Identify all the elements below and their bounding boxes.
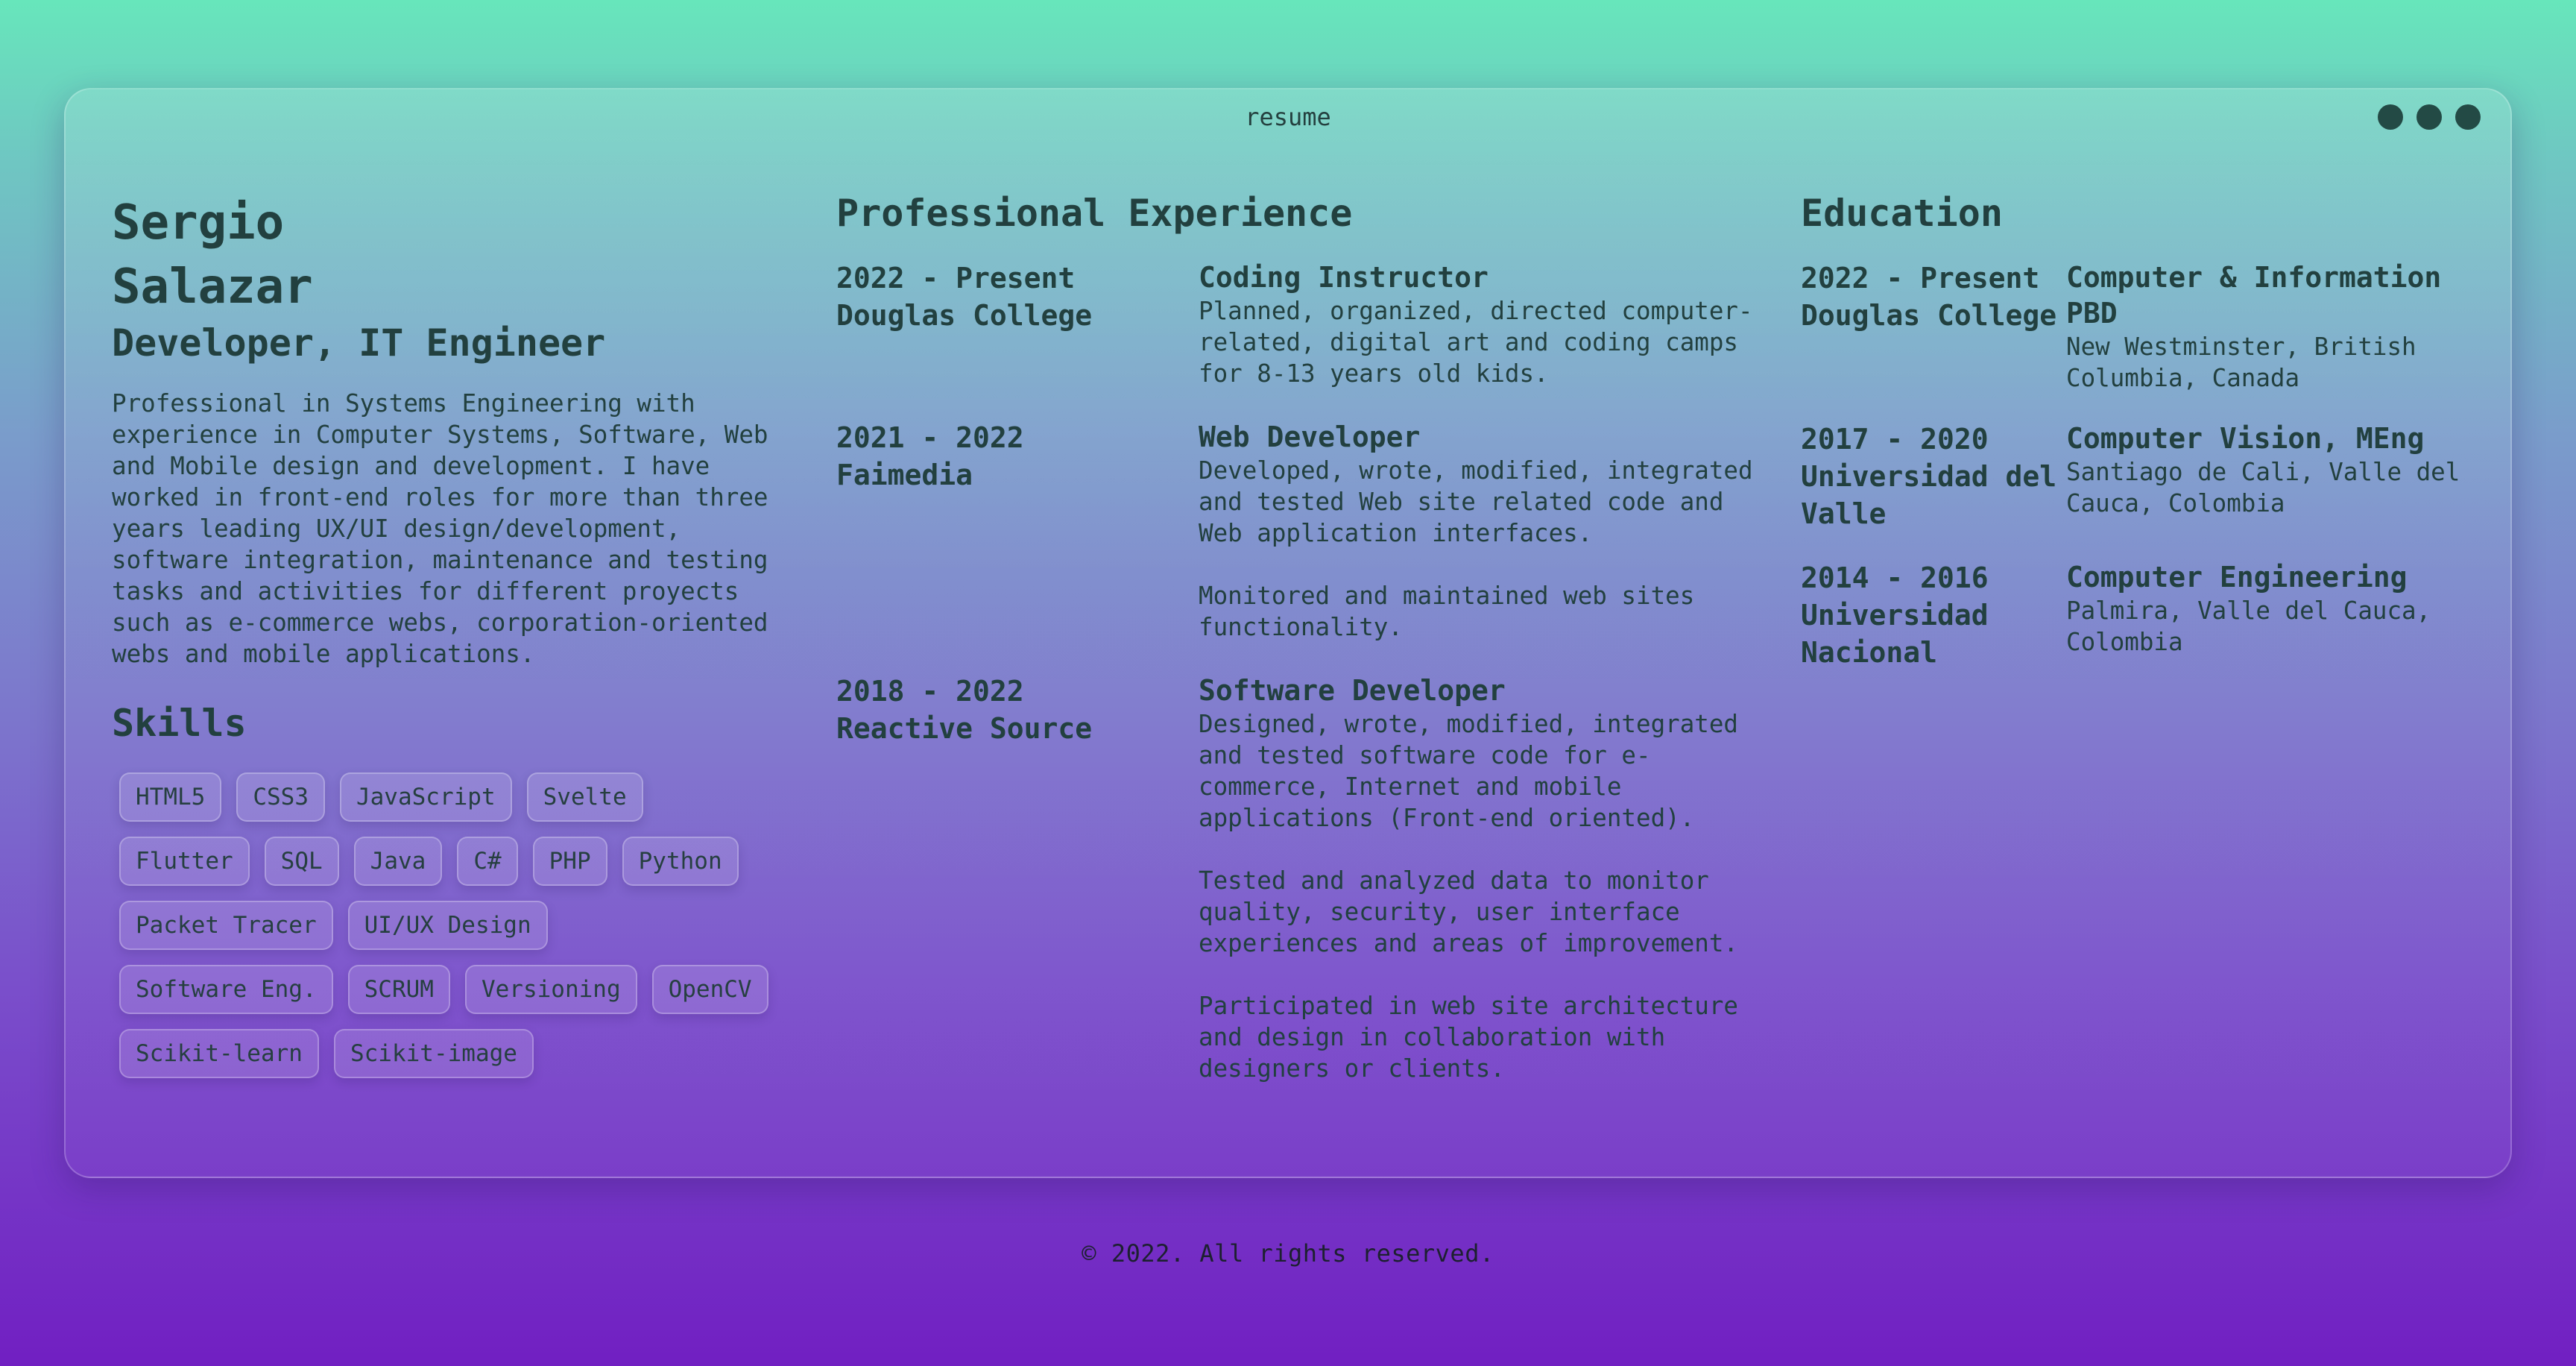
skill-chip: Versioning	[464, 965, 637, 1014]
footer-copyright: © 2022. All rights reserved.	[1082, 1239, 1494, 1268]
experience-description: Developed, wrote, modified, integrated a…	[1199, 456, 1753, 547]
education-location: Santiago de Cali, Valle del Cauca, Colom…	[2066, 458, 2460, 517]
education-item: 2017 - 2020 Universidad del Valle Comput…	[1801, 421, 2494, 532]
education-institution: Universidad del Valle	[1801, 460, 2057, 530]
education-item: 2022 - Present Douglas College Computer …	[1801, 259, 2494, 394]
resume-window: resume Sergio Salazar Developer, IT Engi…	[64, 88, 2512, 1178]
role-title: Developer, IT Engineer	[112, 321, 606, 365]
skill-chip: Svelte	[526, 772, 643, 822]
experience-company: Reactive Source	[836, 712, 1093, 745]
experience-position: Coding Instructor	[1199, 261, 1489, 294]
skill-chip: SCRUM	[347, 965, 450, 1014]
experience-period: 2022 - Present	[836, 262, 1076, 295]
skill-chip: PHP	[532, 837, 607, 886]
skill-chip: HTML5	[119, 772, 222, 822]
skill-chip: Java	[353, 837, 443, 886]
experience-column: Professional Experience 2022 - Present D…	[836, 189, 1761, 1084]
window-dot-3[interactable]	[2455, 104, 2481, 130]
skill-chip: Packet Tracer	[119, 901, 333, 950]
window-controls	[2378, 104, 2481, 130]
experience-item: 2022 - Present Douglas College Coding In…	[836, 259, 1761, 389]
education-item: 2014 - 2016 Universidad Nacional Compute…	[1801, 559, 2494, 671]
first-name: Sergio	[112, 195, 285, 251]
education-institution: Douglas College	[1801, 299, 2057, 332]
skill-chip: UI/UX Design	[347, 901, 548, 950]
skill-chip: Scikit-image	[333, 1029, 534, 1078]
education-location: New Westminster, British Columbia, Canad…	[2066, 333, 2416, 392]
skill-chip: CSS3	[236, 772, 325, 822]
experience-item: 2021 - 2022 Faimedia Web Developer Devel…	[836, 419, 1761, 643]
experience-period: 2021 - 2022	[836, 421, 1024, 454]
experience-position: Web Developer	[1199, 421, 1421, 453]
education-location: Palmira, Valle del Cauca, Colombia	[2066, 597, 2431, 656]
education-degree: Computer Engineering	[2066, 561, 2408, 594]
experience-period: 2018 - 2022	[836, 675, 1024, 708]
experience-description: Tested and analyzed data to monitor qual…	[1199, 866, 1738, 957]
last-name: Salazar	[112, 259, 313, 315]
skill-chip: Python	[622, 837, 739, 886]
skill-chip: OpenCV	[651, 965, 768, 1014]
experience-heading: Professional Experience	[836, 192, 1353, 235]
experience-company: Faimedia	[836, 459, 973, 491]
skill-chip: C#	[457, 837, 518, 886]
education-period: 2017 - 2020	[1801, 423, 1989, 456]
experience-position: Software Developer	[1199, 674, 1506, 707]
experience-description: Planned, organized, directed computer-re…	[1199, 297, 1753, 388]
education-degree: Computer Vision, MEng	[2066, 422, 2425, 455]
skill-chip: Scikit-learn	[119, 1029, 319, 1078]
skill-chip: SQL	[264, 837, 339, 886]
education-period: 2014 - 2016	[1801, 561, 1989, 594]
skill-chip: Software Eng.	[119, 965, 333, 1014]
experience-description: Designed, wrote, modified, integrated an…	[1199, 710, 1738, 832]
skills-heading: Skills	[112, 702, 247, 745]
education-institution: Universidad Nacional	[1801, 599, 1989, 669]
window-dot-2[interactable]	[2416, 104, 2442, 130]
experience-item: 2018 - 2022 Reactive Source Software Dev…	[836, 673, 1761, 1084]
skill-chip: Flutter	[119, 837, 250, 886]
profile-summary: Professional in Systems Engineering with…	[112, 389, 768, 668]
experience-description: Participated in web site architecture an…	[1199, 992, 1738, 1083]
profile-column: Sergio Salazar Developer, IT Engineer Pr…	[112, 191, 783, 1078]
window-title: resume	[1245, 103, 1331, 131]
education-heading: Education	[1801, 192, 2003, 235]
skills-list: HTML5 CSS3 JavaScript Svelte Flutter SQL…	[112, 772, 775, 1078]
skill-chip: JavaScript	[339, 772, 512, 822]
experience-description: Monitored and maintained web sites funct…	[1199, 582, 1695, 641]
education-column: Education 2022 - Present Douglas College…	[1801, 189, 2494, 671]
education-degree: Computer & Information PBD	[2066, 261, 2442, 330]
experience-company: Douglas College	[836, 299, 1093, 332]
education-period: 2022 - Present	[1801, 262, 2040, 295]
window-dot-1[interactable]	[2378, 104, 2403, 130]
